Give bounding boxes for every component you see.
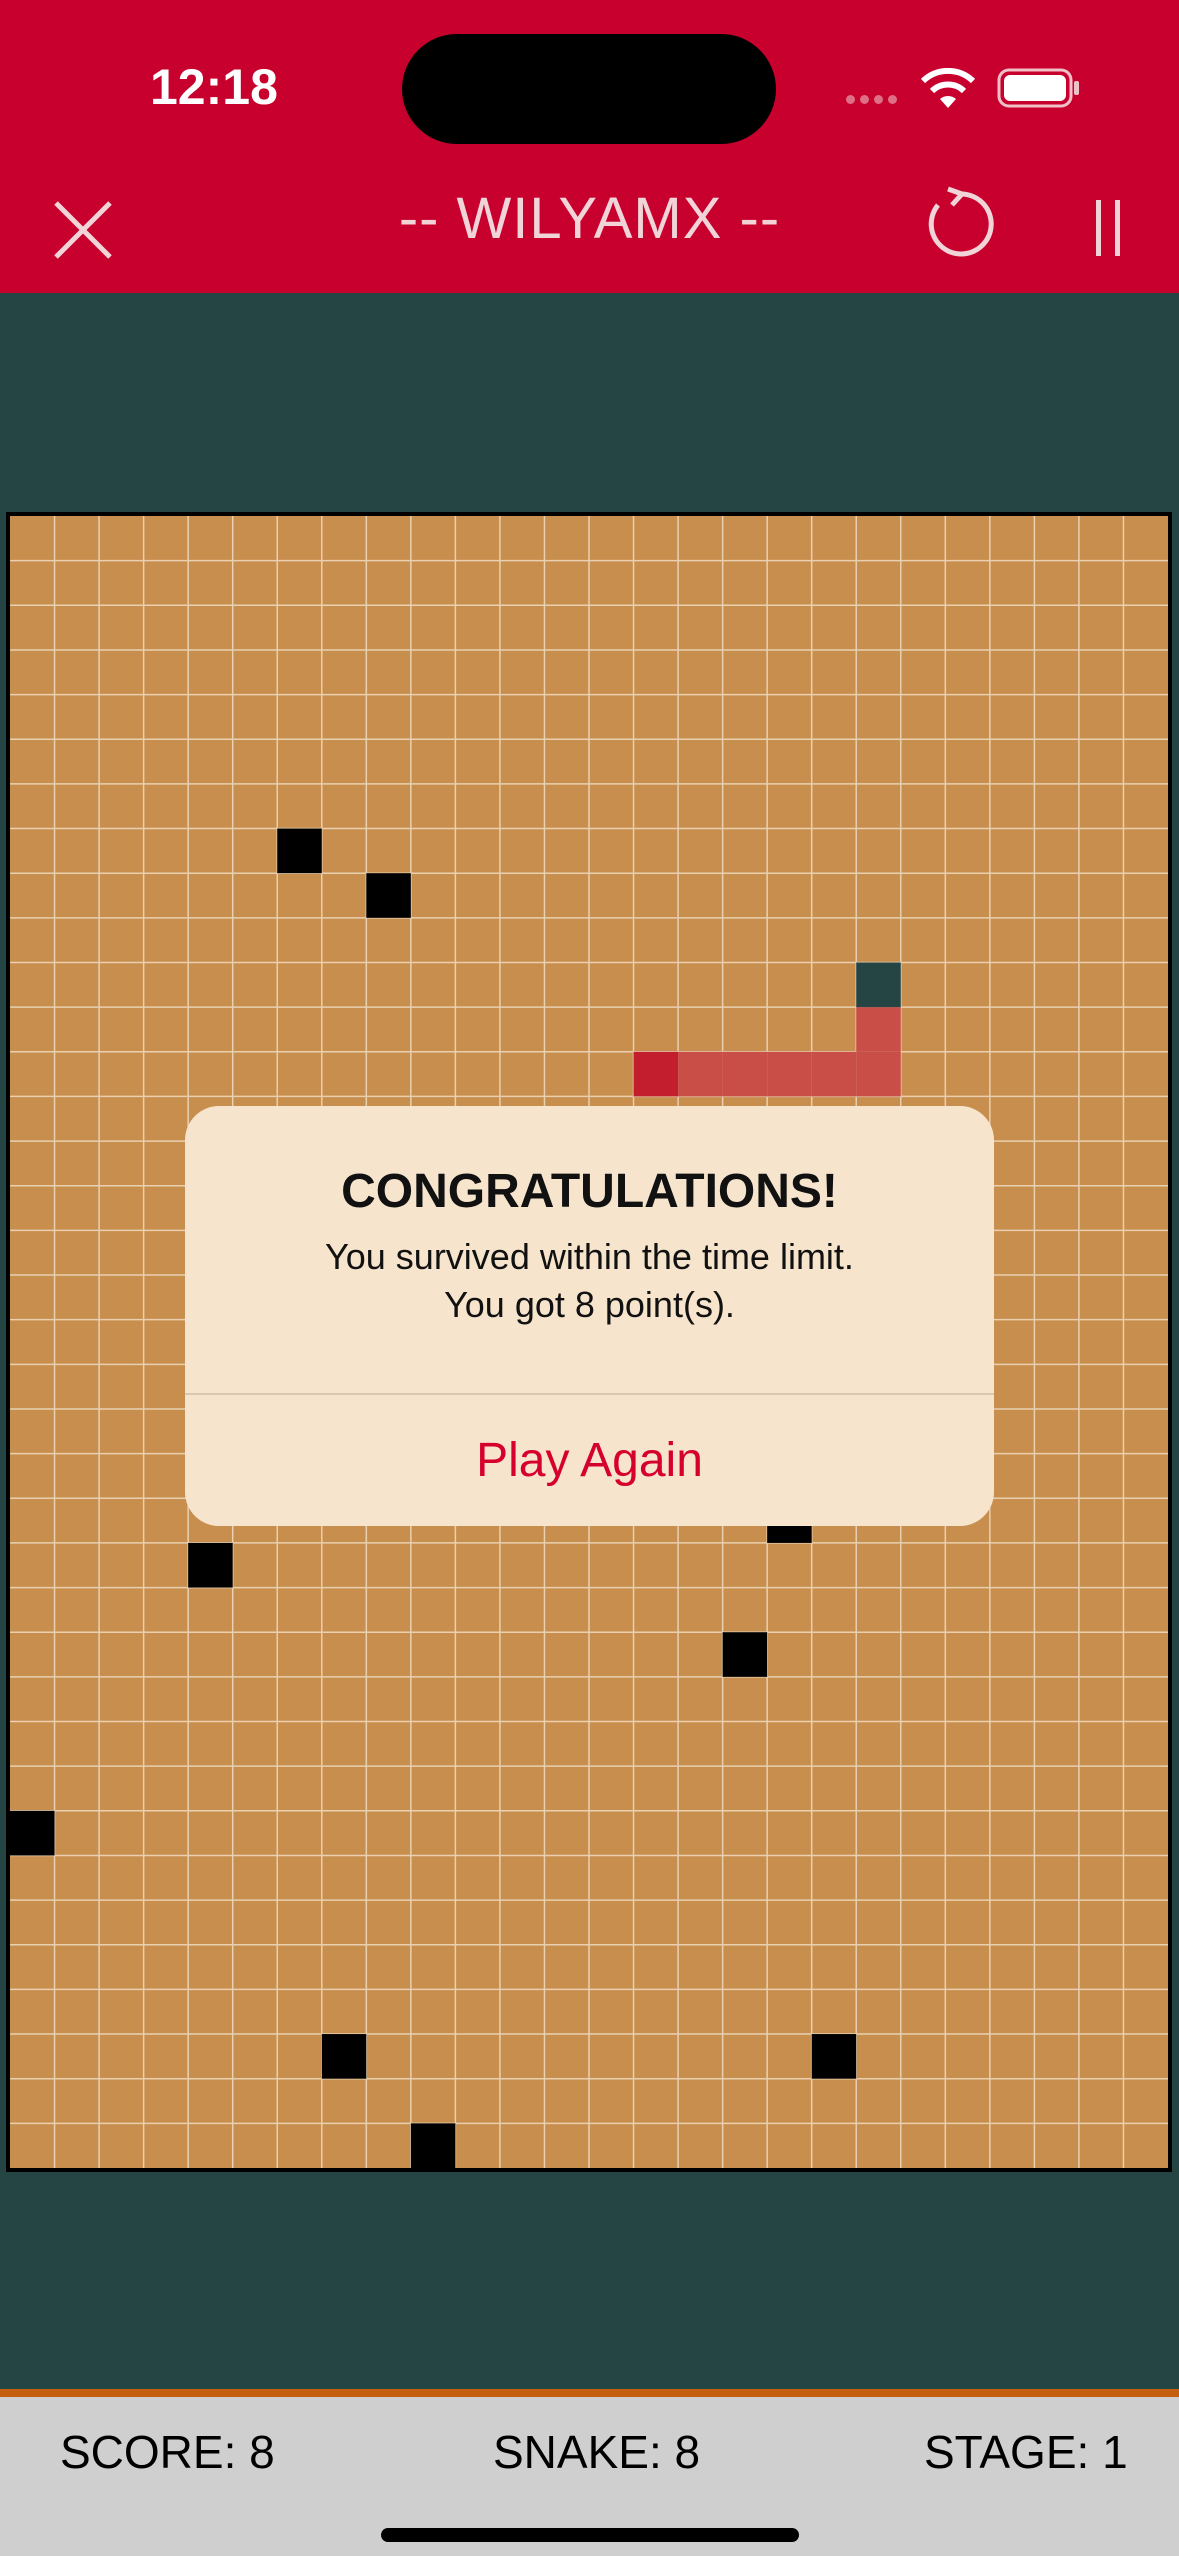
obstacle-block [410,2123,456,2168]
dialog-message-line2: You got 8 point(s). [444,1284,735,1325]
snake-segment [856,1007,901,1052]
obstacle-block [366,873,411,918]
game-over-dialog: CONGRATULATIONS! You survived within the… [185,1106,994,1526]
pause-bar-right [1115,200,1120,256]
signal-dot-icon [888,95,897,104]
signal-dot-icon [874,95,883,104]
game-title: -- WILYAMX -- [398,186,781,251]
obstacle-block [722,1632,768,1677]
obstacle-block [10,1810,55,1856]
obstacle-block [277,828,322,874]
stage-label: STAGE: 1 [924,2426,1128,2478]
snake-head [633,1051,679,1097]
home-indicator[interactable] [381,2528,799,2542]
status-time: 12:18 [150,59,278,115]
header-bar: 12:18 -- WILYAMX -- [0,0,1179,293]
snake-segment [856,1051,901,1097]
obstacle-block [811,2034,857,2079]
snake-segment [767,1051,812,1097]
pause-icon[interactable] [1092,200,1124,256]
obstacle-block [188,1542,233,1588]
status-footer: SCORE: 8 SNAKE: 8 STAGE: 1 [0,2389,1179,2556]
dialog-title: CONGRATULATIONS! [341,1165,838,1218]
snake-segment [722,1051,768,1097]
wifi-icon [920,68,976,108]
food-block [856,962,901,1008]
signal-dot-icon [860,95,869,104]
pause-bar-left [1096,200,1101,256]
snake-segment [678,1051,723,1097]
dynamic-island [402,34,776,144]
score-label: SCORE: 8 [60,2426,275,2478]
obstacle-block [321,2034,367,2079]
battery-icon [997,68,1079,108]
snake-segment [811,1051,857,1097]
restart-icon[interactable] [922,185,1000,263]
snake-length-label: SNAKE: 8 [493,2426,701,2478]
signal-dot-icon [846,95,855,104]
play-again-button[interactable]: Play Again [185,1395,994,1526]
dialog-message-line1: You survived within the time limit. [325,1236,854,1277]
